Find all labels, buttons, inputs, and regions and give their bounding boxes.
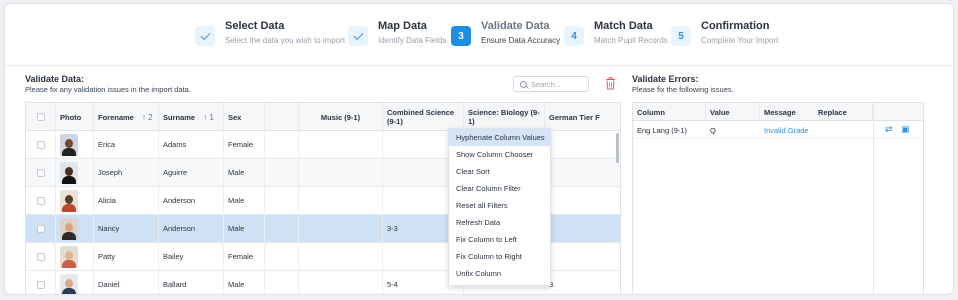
step-number-badge: 3 [451, 26, 471, 46]
step-subtitle: Complete Your Import [701, 36, 779, 45]
cell-surname[interactable]: Anderson [159, 187, 224, 214]
replace-all-icon[interactable]: ⇄ [885, 125, 894, 134]
step-title: Validate Data [481, 20, 550, 32]
avatar [56, 131, 94, 158]
step-subtitle: Match Pupil Records [594, 36, 668, 45]
column-header-music[interactable]: Music (9-1) [299, 103, 383, 131]
column-divider [873, 103, 874, 294]
menu-item-fix-left[interactable]: Fix Column to Left [449, 231, 550, 248]
errors-grid: Column Value Message Replace Eng Lang (9… [632, 102, 924, 294]
column-header-blank[interactable] [265, 103, 299, 131]
search-placeholder: Search... [531, 79, 562, 89]
cell-value: Q [710, 125, 716, 135]
column-header-combined-science[interactable]: Combined Science (9-1) [383, 103, 464, 131]
menu-item-reset-filters[interactable]: Reset all Filters [449, 197, 550, 214]
cell-forename[interactable]: Nancy [94, 215, 159, 242]
menu-item-clear-sort[interactable]: Clear Sort [449, 163, 550, 180]
panel-subtitle: Please fix the following issues. [632, 85, 734, 94]
checkbox[interactable] [36, 196, 45, 205]
error-row[interactable]: Eng Lang (9-1) Q Invalid Grade ⇄ ▣ [633, 121, 923, 139]
menu-item-hyphenate[interactable]: Hyphenate Column Values [449, 129, 550, 146]
cell-sex[interactable]: Male [224, 215, 265, 242]
cell-forename[interactable]: Patty [94, 243, 159, 270]
cell-forename[interactable]: Alicia [94, 187, 159, 214]
import-wizard-card: Select Data Select the data you wish to … [4, 3, 954, 295]
column-header-sex[interactable]: Sex [224, 103, 265, 131]
cell-message-link[interactable]: Invalid Grade [760, 121, 820, 139]
checkbox[interactable] [36, 224, 45, 233]
step-subtitle: Ensure Data Accuracy [481, 36, 561, 45]
menu-item-clear-filter[interactable]: Clear Column Filter [449, 180, 550, 197]
panel-subtitle: Please fix any validation issues in the … [25, 85, 191, 94]
panel-title: Validate Data: [25, 74, 85, 84]
cell-sex[interactable]: Male [224, 187, 265, 214]
validate-errors-panel: Validate Errors: Please fix the followin… [632, 74, 924, 294]
trash-icon[interactable] [605, 77, 616, 90]
cell-sex[interactable]: Female [224, 131, 265, 158]
column-header-biology[interactable]: Science: Biology (9-1) [464, 103, 545, 131]
checkbox[interactable] [36, 280, 45, 289]
column-header-value[interactable]: Value [706, 103, 760, 121]
step-subtitle: Select the data you wish to import [225, 36, 346, 45]
search-icon [520, 80, 527, 88]
cell-forename[interactable]: Daniel [94, 271, 159, 294]
checkbox[interactable] [36, 168, 45, 177]
step-title: Select Data [225, 20, 285, 32]
step-title: Map Data [378, 20, 427, 32]
errors-header: Column Value Message Replace [633, 103, 923, 121]
cell-sex[interactable]: Male [224, 271, 265, 294]
cell-surname[interactable]: Aguirre [159, 159, 224, 186]
step-title: Match Data [594, 20, 653, 32]
column-header-photo[interactable]: Photo [56, 103, 94, 131]
checkbox[interactable] [36, 252, 45, 261]
avatar [56, 271, 94, 294]
cell-sex[interactable]: Male [224, 159, 265, 186]
cell-sex[interactable]: Female [224, 243, 265, 270]
avatar [56, 187, 94, 214]
check-icon [195, 26, 215, 46]
avatar [56, 243, 94, 270]
cell-column: Eng Lang (9-1) [637, 125, 688, 135]
menu-item-refresh-data[interactable]: Refresh Data [449, 214, 550, 231]
menu-item-column-chooser[interactable]: Show Column Chooser [449, 146, 550, 163]
sort-indicator-icon: ↑ 1 [203, 112, 214, 122]
grid-header: Photo Forename ↑ 2 Surname ↑ 1 Sex Music… [26, 103, 620, 131]
step-subtitle: Identify Data Fields [378, 36, 447, 45]
checkbox[interactable] [36, 140, 45, 149]
search-input[interactable]: Search... [513, 76, 589, 92]
cell-replace[interactable] [814, 121, 873, 139]
edit-cell-icon[interactable]: ▣ [901, 125, 910, 134]
column-header-message[interactable]: Message [760, 103, 814, 121]
cell-surname[interactable]: Ballard [159, 271, 224, 294]
header-label: Surname [163, 112, 196, 122]
avatar [56, 215, 94, 242]
cell-surname[interactable]: Bailey [159, 243, 224, 270]
avatar [56, 159, 94, 186]
checkbox[interactable] [36, 113, 45, 121]
column-context-menu: Hyphenate Column Values Show Column Choo… [448, 128, 551, 286]
cell-surname[interactable]: Anderson [159, 215, 224, 242]
check-icon [348, 26, 368, 46]
sort-indicator-icon: ↑ 2 [141, 112, 153, 122]
column-header-forename[interactable]: Forename ↑ 2 [94, 103, 159, 131]
column-header-surname[interactable]: Surname ↑ 1 [159, 103, 224, 131]
menu-item-unfix[interactable]: Unfix Column [449, 265, 550, 282]
menu-item-fix-right[interactable]: Fix Column to Right [449, 248, 550, 265]
column-header-column[interactable]: Column [633, 103, 706, 121]
import-stepper: Select Data Select the data you wish to … [5, 18, 953, 54]
cell-forename[interactable]: Erica [94, 131, 159, 158]
column-header-german[interactable]: German Tier F [545, 103, 620, 131]
step-number-badge: 4 [564, 26, 584, 46]
panel-title: Validate Errors: [632, 74, 699, 84]
vertical-scrollbar[interactable] [616, 133, 619, 163]
divider [5, 65, 953, 66]
cell-surname[interactable]: Adams [159, 131, 224, 158]
header-label: Forename [98, 112, 134, 122]
column-header-replace[interactable]: Replace [814, 103, 873, 121]
cell-german[interactable]: 3 [545, 271, 620, 294]
header-select-all[interactable] [26, 103, 56, 131]
cell-forename[interactable]: Joseph [94, 159, 159, 186]
step-number-badge: 5 [671, 26, 691, 46]
step-title: Confirmation [701, 20, 770, 32]
